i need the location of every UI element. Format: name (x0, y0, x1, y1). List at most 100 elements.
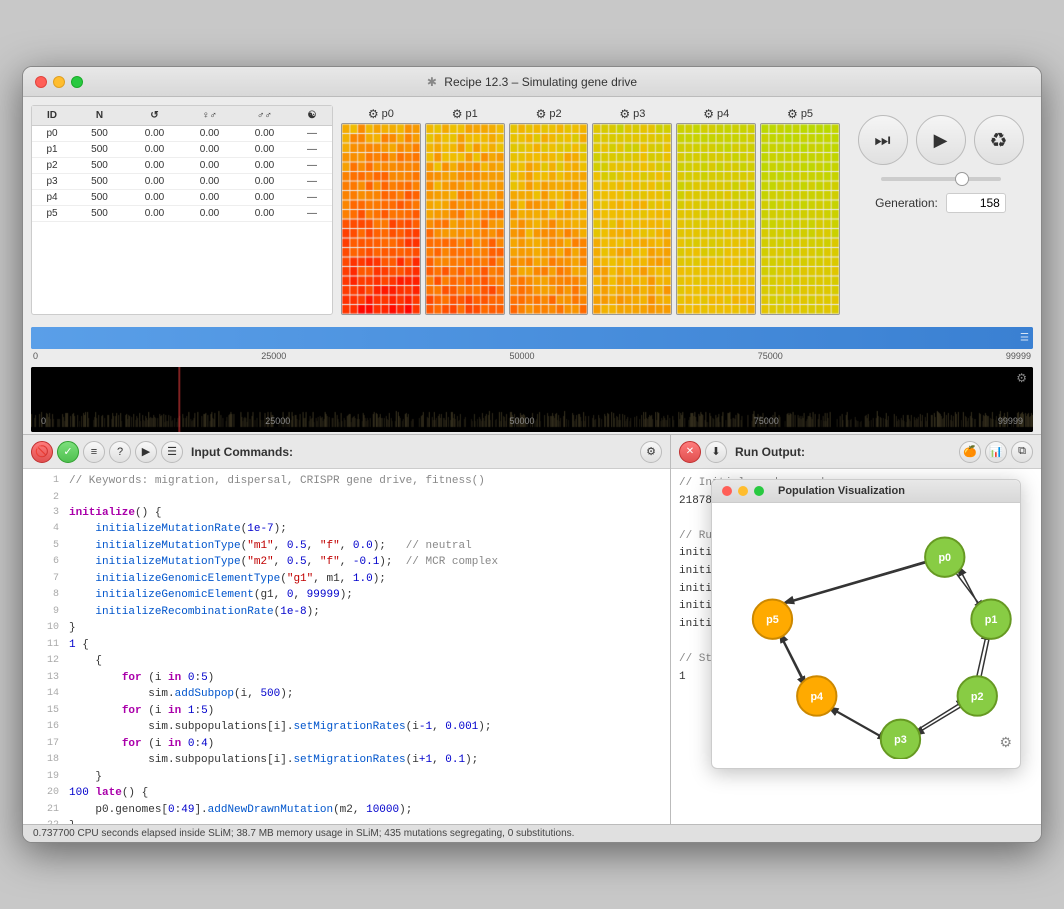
svg-text:p5: p5 (766, 614, 779, 626)
speed-slider[interactable] (881, 177, 1001, 181)
bv-tick-0: 0 (41, 416, 46, 426)
generation-input[interactable] (946, 193, 1006, 213)
line-number: 18 (31, 752, 59, 769)
code-line: 21 p0.genomes[0:49].addNewDrawnMutation(… (23, 802, 670, 819)
cell-c1: 0.00 (127, 174, 182, 189)
menu-button[interactable]: ☰ (161, 441, 183, 463)
popup-zoom[interactable] (754, 486, 764, 496)
cell-c1: 0.00 (127, 158, 182, 173)
line-number: 3 (31, 505, 59, 522)
minimize-button[interactable] (53, 76, 65, 88)
settings-button[interactable]: ⚙ (640, 441, 662, 463)
code-line: 18 sim.subpopulations[i].setMigrationRat… (23, 752, 670, 769)
stop-button[interactable]: 🚫 (31, 441, 53, 463)
cell-c2: 0.00 (182, 126, 237, 141)
generation-row: Generation: (875, 193, 1006, 213)
code-line: 4 initializeMutationRate(1e-7); (23, 521, 670, 538)
cell-c4: — (292, 126, 332, 141)
line-number: 2 (31, 490, 59, 505)
code-content: initializeMutationType("m1", 0.5, "f", 0… (69, 538, 472, 555)
code-content: initializeMutationRate(1e-7); (69, 521, 287, 538)
line-number: 5 (31, 538, 59, 555)
popup-close[interactable] (722, 486, 732, 496)
app-icon: ✱ (427, 75, 437, 89)
pop-grid-p4 (676, 123, 756, 315)
code-content: for (i in 1:5) (69, 703, 214, 720)
black-viz-gear[interactable]: ⚙ (1016, 371, 1027, 385)
cell-c3: 0.00 (237, 190, 292, 205)
chromosome-bar[interactable]: ☰ (31, 327, 1033, 349)
tick-99999: 99999 (1006, 351, 1031, 361)
recycle-button[interactable]: ♻ (974, 115, 1024, 165)
line-number: 8 (31, 587, 59, 604)
code-content: { (69, 653, 102, 670)
code-editor[interactable]: 1// Keywords: migration, dispersal, CRIS… (23, 469, 670, 824)
pop-label-p5: p5 (801, 108, 813, 120)
black-viz-wrapper: ⚙ 0 25000 50000 75000 99999 (31, 367, 1033, 432)
code-content: // Keywords: migration, dispersal, CRISP… (69, 473, 485, 490)
pop-col-p4: ⚙ p4 (676, 105, 756, 315)
code-line: 6 initializeMutationType("m2", 0.5, "f",… (23, 554, 670, 571)
help-button[interactable]: ? (109, 441, 131, 463)
pop-col-p2: ⚙ p2 (509, 105, 589, 315)
code-line: 19 } (23, 769, 670, 786)
chrom-icon: ☰ (1020, 333, 1029, 344)
bv-tick-50000: 50000 (509, 416, 534, 426)
svg-text:p0: p0 (938, 552, 951, 564)
zoom-button[interactable] (71, 76, 83, 88)
line-number: 20 (31, 785, 59, 802)
svg-text:p3: p3 (894, 734, 907, 746)
populations-table: ID N ↺ ♀♂ ♂♂ ☯ p0 500 0.00 0.00 0.00 — p… (31, 105, 333, 315)
code-content: 100 late() { (69, 785, 148, 802)
col-female-male: ♀♂ (182, 108, 237, 123)
cell-c2: 0.00 (182, 158, 237, 173)
pop-grid-p3 (592, 123, 672, 315)
generation-label: Generation: (875, 196, 938, 210)
col-refresh: ↺ (127, 108, 182, 123)
line-number: 19 (31, 769, 59, 786)
bottom-panels-wrapper: 🚫 ✓ ≡ ? ▶ ☰ Input Commands: ⚙ 1// Keywor… (23, 434, 1041, 824)
col-n: N (72, 108, 127, 123)
code-line: 5 initializeMutationType("m1", 0.5, "f",… (23, 538, 670, 555)
popup-content: p0 p1 p2 p3 p4 p5 ⚙ (712, 503, 1020, 759)
pop-header-p3: ⚙ p3 (592, 105, 672, 123)
cell-id: p2 (32, 158, 72, 173)
code-line: 22} (23, 818, 670, 824)
popup-minimize[interactable] (738, 486, 748, 496)
cell-id: p0 (32, 126, 72, 141)
fruit-button[interactable]: 🍊 (959, 441, 981, 463)
play-button[interactable]: ▶ (916, 115, 966, 165)
close-button[interactable] (35, 76, 47, 88)
line-number: 10 (31, 620, 59, 637)
code-content: p0.genomes[0:49].addNewDrawnMutation(m2,… (69, 802, 412, 819)
stop-run-button[interactable]: ✕ (679, 441, 701, 463)
line-number: 14 (31, 686, 59, 703)
status-bar: 0.737700 CPU seconds elapsed inside SLiM… (23, 824, 1041, 842)
run-button[interactable]: ▶ (135, 441, 157, 463)
window-title: ✱ Recipe 12.3 – Simulating gene drive (427, 75, 637, 89)
check-button[interactable]: ✓ (57, 441, 79, 463)
pop-grid-p0 (341, 123, 421, 315)
chart-button[interactable]: 📊 (985, 441, 1007, 463)
step-back-button[interactable]: ⏭ (858, 115, 908, 165)
left-toolbar: 🚫 ✓ ≡ ? ▶ ☰ Input Commands: ⚙ (23, 435, 670, 469)
cell-c1: 0.00 (127, 190, 182, 205)
download-button[interactable]: ⬇ (705, 441, 727, 463)
pop-header-p0: ⚙ p0 (341, 105, 421, 123)
table-row: p1 500 0.00 0.00 0.00 — (32, 142, 332, 158)
code-line: 17 for (i in 0:4) (23, 736, 670, 753)
copy-button[interactable]: ⧉ (1011, 441, 1033, 463)
list-button[interactable]: ≡ (83, 441, 105, 463)
cell-c3: 0.00 (237, 142, 292, 157)
pop-label-p2: p2 (549, 108, 561, 120)
line-number: 13 (31, 670, 59, 687)
line-number: 11 (31, 637, 59, 654)
code-content: initializeRecombinationRate(1e-8); (69, 604, 320, 621)
code-content: 1 { (69, 637, 89, 654)
popup-gear-icon[interactable]: ⚙ (999, 734, 1012, 751)
code-content: initializeGenomicElementType("g1", m1, 1… (69, 571, 386, 588)
cell-c2: 0.00 (182, 190, 237, 205)
cell-c3: 0.00 (237, 206, 292, 221)
line-number: 21 (31, 802, 59, 819)
pop-header-p1: ⚙ p1 (425, 105, 505, 123)
